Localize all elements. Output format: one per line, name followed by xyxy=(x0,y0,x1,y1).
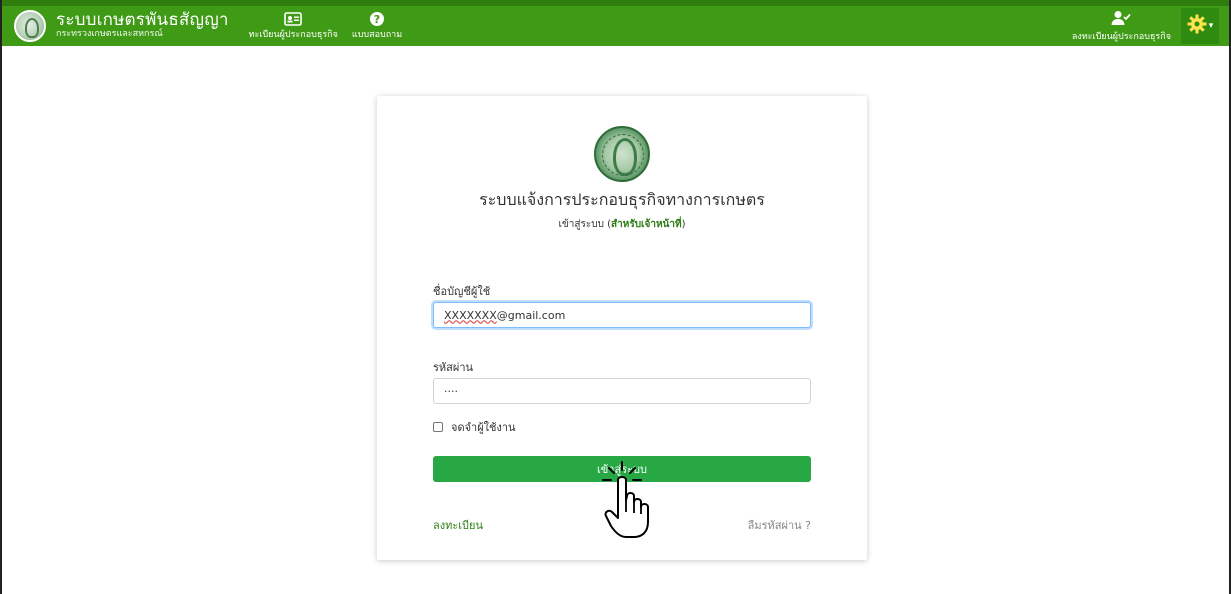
nav-item-business-registry[interactable]: ทะเบียนผู้ประกอบธุรกิจ xyxy=(249,11,338,41)
navbar-right: ลงทะเบียนผู้ประกอบธุรกิจ ▾ xyxy=(1072,6,1229,46)
login-button[interactable]: เข้าสู่ระบบ xyxy=(433,456,811,482)
question-circle-icon: ? xyxy=(369,11,385,27)
username-label: ชื่อบัญชีผู้ใช้ xyxy=(433,285,491,298)
gear-icon xyxy=(1187,14,1207,38)
subtitle-suffix: ) xyxy=(681,219,686,230)
username-input[interactable]: XXXXXXX @gmail.com xyxy=(433,302,811,328)
id-card-icon xyxy=(284,11,303,27)
user-check-icon xyxy=(1111,10,1132,29)
brand-title: ระบบเกษตรพันธสัญญา xyxy=(56,10,229,31)
settings-dropdown-button[interactable]: ▾ xyxy=(1181,8,1219,44)
password-value: ···· xyxy=(444,384,458,398)
register-business-button[interactable]: ลงทะเบียนผู้ประกอบธุรกิจ xyxy=(1072,10,1171,43)
subtitle-highlight: สำหรับเจ้าหน้าที่ xyxy=(611,219,682,230)
remember-me[interactable]: จดจำผู้ใช้งาน xyxy=(433,418,516,436)
username-value-misspelled: XXXXXXX xyxy=(444,308,497,322)
remember-checkbox[interactable] xyxy=(433,422,443,432)
brand-text: ระบบเกษตรพันธสัญญา กระทรวงเกษตรและสหกรณ์ xyxy=(56,10,229,40)
nav-item-questionnaire[interactable]: ? แบบสอบถาม xyxy=(352,11,402,41)
brand-subtitle: กระทรวงเกษตรและสหกรณ์ xyxy=(56,29,163,40)
nav-item-label: ทะเบียนผู้ประกอบธุรกิจ xyxy=(248,30,338,40)
password-input[interactable]: ···· xyxy=(433,378,811,404)
brand[interactable]: ระบบเกษตรพันธสัญญา กระทรวงเกษตรและสหกรณ์ xyxy=(14,10,229,42)
page-subtitle: เข้าสู่ระบบ (สำหรับเจ้าหน้าที่) xyxy=(377,217,867,232)
forgot-password-link[interactable]: ลืมรหัสผ่าน ? xyxy=(748,516,811,534)
login-card: ระบบแจ้งการประกอบธุรกิจทางการเกษตร เข้าส… xyxy=(377,96,867,560)
nav-item-label: แบบสอบถาม xyxy=(351,30,403,40)
top-navbar: ระบบเกษตรพันธสัญญา กระทรวงเกษตรและสหกรณ์… xyxy=(2,0,1229,46)
subtitle-prefix: เข้าสู่ระบบ ( xyxy=(558,219,612,230)
ministry-seal-icon xyxy=(594,126,650,182)
svg-text:?: ? xyxy=(374,13,380,26)
chevron-down-icon: ▾ xyxy=(1208,21,1214,31)
remember-label: จดจำผู้ใช้งาน xyxy=(451,421,516,434)
username-value-rest: @gmail.com xyxy=(496,308,566,322)
register-link[interactable]: ลงทะเบียน xyxy=(433,516,483,534)
register-business-label: ลงทะเบียนผู้ประกอบธุรกิจ xyxy=(1071,31,1171,42)
page-title: ระบบแจ้งการประกอบธุรกิจทางการเกษตร xyxy=(479,190,765,209)
ministry-logo-icon xyxy=(14,10,46,42)
password-label: รหัสผ่าน xyxy=(433,361,474,374)
